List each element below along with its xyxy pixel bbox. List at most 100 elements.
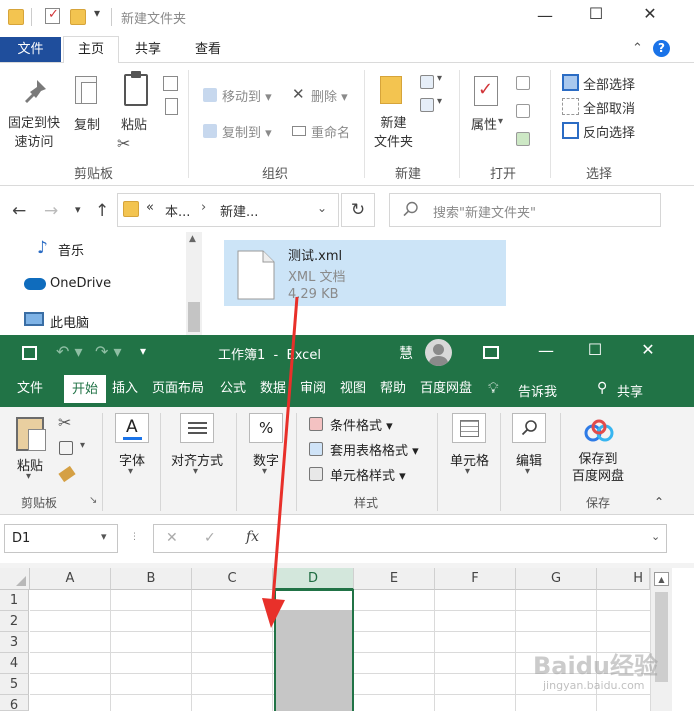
dropdown-icon[interactable]: ▾: [525, 466, 530, 477]
ribbon-display-options-icon[interactable]: [483, 346, 499, 359]
nav-item-this-pc[interactable]: 此电脑: [50, 312, 89, 331]
expand-formula-bar-icon[interactable]: ⌄: [651, 530, 660, 543]
new-folder-button[interactable]: 新建 文件夹: [374, 114, 413, 152]
tab-data[interactable]: 数据: [253, 375, 293, 403]
dropdown-icon[interactable]: ▾: [437, 96, 442, 107]
close-icon[interactable]: ✕: [625, 340, 671, 359]
paste-shortcut-icon[interactable]: [165, 98, 178, 115]
select-all-corner[interactable]: [0, 568, 30, 590]
save-to-baidu-button[interactable]: 保存到 百度网盘: [572, 451, 624, 485]
undo-icon[interactable]: ↶ ▾: [56, 342, 83, 361]
cut-icon[interactable]: ✂: [117, 134, 130, 153]
vertical-scrollbar[interactable]: ▲: [650, 568, 672, 711]
tab-help[interactable]: 帮助: [373, 375, 413, 403]
quick-access-dropdown-icon[interactable]: ▾: [94, 6, 100, 20]
dropdown-icon[interactable]: ▾: [498, 116, 503, 127]
tab-file[interactable]: 文件: [0, 37, 61, 62]
dropdown-icon[interactable]: ▾: [437, 73, 442, 84]
delete-button[interactable]: 删除 ▾: [311, 86, 348, 105]
dropdown-icon[interactable]: ▾: [262, 466, 267, 477]
user-name[interactable]: 慧: [399, 343, 413, 363]
row-header-3[interactable]: 3: [0, 632, 29, 653]
address-dropdown-icon[interactable]: ⌄: [317, 201, 327, 215]
save-icon[interactable]: [22, 346, 37, 360]
row-header-6[interactable]: 6: [0, 695, 29, 711]
dropdown-icon[interactable]: ▾: [193, 466, 198, 477]
new-item-icon[interactable]: [420, 75, 434, 89]
formula-bar[interactable]: [153, 524, 667, 553]
breadcrumb-overflow-icon[interactable]: «: [146, 200, 154, 215]
select-none-button[interactable]: 全部取消: [583, 98, 635, 117]
rename-button[interactable]: 重命名: [311, 122, 350, 141]
recent-locations-icon[interactable]: ▾: [75, 203, 81, 216]
nav-item-music[interactable]: 音乐: [58, 240, 84, 259]
row-header-4[interactable]: 4: [0, 653, 29, 674]
move-to-button[interactable]: 移动到 ▾: [222, 86, 272, 105]
tab-home[interactable]: 主页: [63, 36, 119, 64]
cell-styles-button[interactable]: 单元格样式 ▾: [330, 465, 406, 484]
name-box[interactable]: D1 ▾: [4, 524, 118, 553]
tab-review[interactable]: 审阅: [293, 375, 333, 403]
minimize-icon[interactable]: —: [523, 341, 569, 360]
column-header-h[interactable]: H: [597, 568, 650, 590]
collapse-ribbon-icon[interactable]: ⌃: [632, 41, 643, 56]
edit-icon[interactable]: [516, 104, 530, 118]
maximize-icon[interactable]: ☐: [572, 340, 618, 359]
column-header-g[interactable]: G: [516, 568, 597, 590]
breadcrumb-item-folder[interactable]: 新建...: [220, 201, 258, 220]
forward-arrow-icon[interactable]: →: [44, 201, 58, 221]
tab-page-layout[interactable]: 页面布局: [145, 375, 211, 403]
row-header-5[interactable]: 5: [0, 674, 29, 695]
properties-button[interactable]: 属性: [471, 114, 497, 133]
minimize-icon[interactable]: —: [522, 6, 568, 25]
tab-share[interactable]: 共享: [123, 37, 173, 62]
nav-scrollbar[interactable]: ▲: [186, 232, 202, 335]
easy-access-icon[interactable]: [420, 98, 434, 112]
dropdown-icon[interactable]: ▾: [26, 471, 31, 482]
refresh-icon[interactable]: ↻: [341, 193, 375, 227]
new-folder-quick-icon[interactable]: [70, 9, 86, 25]
row-header-2[interactable]: 2: [0, 611, 29, 632]
column-header-c[interactable]: C: [192, 568, 273, 590]
active-cell-d1[interactable]: [276, 590, 352, 610]
dropdown-icon[interactable]: ▾: [128, 466, 133, 477]
pin-to-quick-access-button[interactable]: 固定到快 速访问: [8, 114, 60, 152]
tab-formulas[interactable]: 公式: [213, 375, 253, 403]
paste-button[interactable]: 粘贴: [121, 114, 147, 133]
dropdown-icon[interactable]: ▾: [465, 466, 470, 477]
column-header-d[interactable]: D: [273, 568, 354, 590]
customize-quick-access-icon[interactable]: ▾: [140, 344, 146, 358]
invert-selection-button[interactable]: 反向选择: [583, 122, 635, 141]
dropdown-icon[interactable]: ▾: [80, 440, 85, 451]
open-icon[interactable]: [516, 76, 530, 90]
cut-icon[interactable]: ✂: [58, 413, 71, 432]
column-header-b[interactable]: B: [111, 568, 192, 590]
tab-view[interactable]: 查看: [183, 37, 233, 62]
select-all-button[interactable]: 全部选择: [583, 74, 635, 93]
history-icon[interactable]: [516, 132, 530, 146]
cancel-icon[interactable]: ✕: [166, 530, 178, 546]
insert-function-icon[interactable]: fx: [246, 529, 259, 545]
collapse-ribbon-icon[interactable]: ⌃: [654, 495, 664, 509]
redo-icon[interactable]: ↷ ▾: [95, 342, 122, 361]
help-icon[interactable]: ?: [653, 40, 670, 57]
column-header-a[interactable]: A: [30, 568, 111, 590]
dialog-launcher-icon[interactable]: ↘: [89, 495, 97, 506]
back-arrow-icon[interactable]: ←: [12, 201, 26, 221]
row-header-1[interactable]: 1: [0, 590, 29, 611]
tab-view[interactable]: 视图: [333, 375, 373, 403]
nav-item-onedrive[interactable]: OneDrive: [50, 276, 111, 291]
tell-me-button[interactable]: 告诉我: [518, 381, 557, 400]
name-box-dropdown-icon[interactable]: ▾: [101, 530, 107, 543]
enter-icon[interactable]: ✓: [204, 530, 216, 546]
tab-home[interactable]: 开始: [64, 375, 107, 403]
avatar[interactable]: [425, 339, 452, 366]
tab-baidu-netdisk[interactable]: 百度网盘: [413, 375, 479, 403]
scroll-up-icon[interactable]: ▲: [654, 572, 669, 586]
format-as-table-button[interactable]: 套用表格格式 ▾: [330, 440, 419, 459]
maximize-icon[interactable]: ☐: [573, 4, 619, 23]
copy-to-button[interactable]: 复制到 ▾: [222, 122, 272, 141]
up-arrow-icon[interactable]: ↑: [95, 201, 109, 221]
formula-bar-handle-icon[interactable]: ⋮: [130, 532, 139, 542]
tab-insert[interactable]: 插入: [105, 375, 145, 403]
